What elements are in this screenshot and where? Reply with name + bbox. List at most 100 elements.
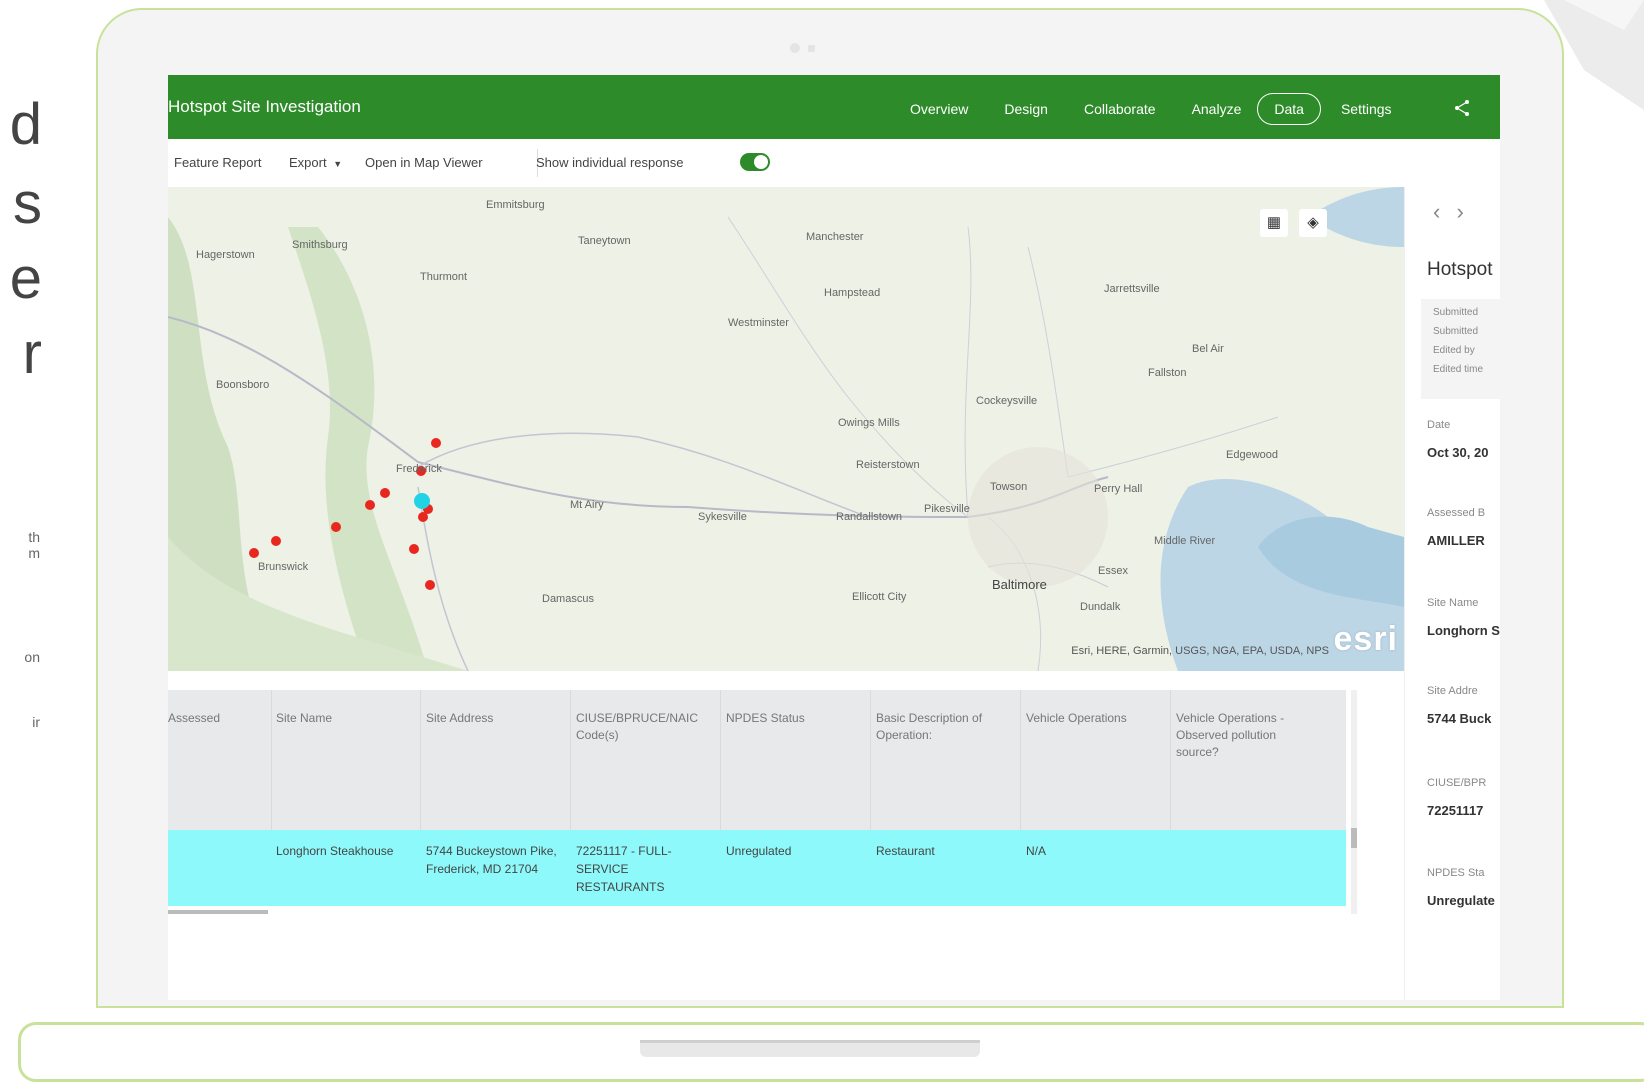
map-place-label: Dundalk: [1080, 601, 1121, 613]
map-place-label: Taneytown: [578, 235, 631, 247]
horizontal-scrollbar[interactable]: [168, 910, 268, 914]
field-value: AMILLER: [1427, 533, 1485, 548]
laptop-notch: [640, 1040, 980, 1057]
map-place-label: Middle River: [1154, 535, 1216, 547]
slide-caption-fragment: th: [28, 529, 40, 545]
meta-line: Edited by: [1433, 345, 1475, 356]
tab-analyze[interactable]: Analyze: [1192, 94, 1242, 124]
layers-button[interactable]: ◈: [1299, 209, 1327, 237]
map-place-label: Thurmont: [420, 271, 468, 283]
map-place-label: Perry Hall: [1094, 483, 1143, 495]
scrollbar-thumb[interactable]: [1351, 828, 1357, 848]
chevron-left-icon[interactable]: ‹: [1433, 199, 1440, 224]
vertical-scrollbar[interactable]: [1351, 690, 1357, 914]
basemap-gallery-button[interactable]: ▦: [1260, 209, 1288, 237]
field-label: Site Addre: [1427, 685, 1478, 697]
chevron-down-icon: ▼: [333, 159, 343, 169]
meta-line: Submitted: [1433, 307, 1479, 318]
map-place-label: Manchester: [806, 231, 864, 243]
open-map-viewer-link[interactable]: Open in Map Viewer: [365, 155, 483, 170]
map-place-label: Reisterstown: [856, 459, 920, 471]
table-header: Assessed Site Name Site Address CIUSE/BP…: [168, 690, 1346, 830]
map-place-label: Fallston: [1148, 367, 1187, 379]
column-header[interactable]: NPDES Status: [726, 710, 866, 727]
map-place-label: Frederick: [396, 463, 442, 475]
slide-text-fragment: d s e r th m on ir: [0, 0, 42, 730]
slide-letter: d: [9, 92, 42, 157]
map-place-label: Towson: [990, 481, 1028, 493]
map-place-label: Mt Airy: [570, 499, 604, 511]
map-place-label: Jarrettsville: [1104, 283, 1160, 295]
slide-caption-fragment: on: [24, 649, 40, 665]
tab-settings[interactable]: Settings: [1341, 94, 1392, 124]
table-row[interactable]: Longhorn Steakhouse 5744 Buckeystown Pik…: [168, 830, 1346, 906]
chevron-right-icon[interactable]: ›: [1456, 199, 1463, 224]
map-place-label: Pikesville: [924, 503, 970, 515]
tab-overview[interactable]: Overview: [910, 94, 968, 124]
export-label: Export: [289, 155, 327, 170]
previous-next-nav: ‹ ›: [1433, 199, 1464, 225]
table-cell: Longhorn Steakhouse: [276, 844, 394, 858]
table-cell: 5744 Buckeystown Pike, Frederick, MD 217…: [426, 844, 557, 876]
map-place-label: Randallstown: [836, 511, 903, 523]
map-place-label: Essex: [1098, 565, 1128, 577]
main-nav: Overview Design Collaborate Analyze Data…: [910, 93, 1428, 125]
export-dropdown[interactable]: Export ▼: [289, 155, 342, 170]
show-individual-toggle[interactable]: [740, 153, 770, 171]
table-cell: 72251117 - FULL-SERVICE RESTAURANTS: [576, 844, 672, 894]
tab-design[interactable]: Design: [1004, 94, 1048, 124]
table-cell: Restaurant: [876, 844, 935, 858]
column-header[interactable]: Vehicle Operations - Observed pollution …: [1176, 710, 1316, 761]
map-place-label: Bel Air: [1192, 343, 1224, 355]
map-place-label: Boonsboro: [216, 379, 270, 391]
field-label: Assessed B: [1427, 507, 1486, 519]
layers-icon: ◈: [1307, 214, 1319, 231]
tab-collaborate[interactable]: Collaborate: [1084, 94, 1156, 124]
submission-meta: Submitted Submitted Edited by Edited tim…: [1421, 299, 1500, 399]
map-view[interactable]: Emmitsburg Taneytown Manchester Hagersto…: [168, 187, 1404, 671]
map-place-label: Hagerstown: [196, 249, 255, 261]
show-individual-label: Show individual response: [536, 155, 684, 170]
map-place-label: Sykesville: [698, 511, 747, 523]
panel-title: Hotspot: [1427, 259, 1493, 280]
field-label: Site Name: [1427, 597, 1479, 609]
map-place-label: Emmitsburg: [486, 199, 545, 211]
map-place-label: Damascus: [542, 593, 594, 605]
feature-detail-panel: ‹ › Hotspot Submitted Submitted Edited b…: [1404, 187, 1500, 1000]
field-value: 72251117: [1427, 803, 1484, 818]
column-header[interactable]: Basic Description of Operation:: [876, 710, 1016, 744]
table-cell: N/A: [1026, 844, 1047, 858]
field-label: Date: [1427, 419, 1451, 431]
map-place-label: Hampstead: [824, 287, 881, 299]
esri-logo: esri: [1333, 620, 1398, 658]
feature-report-button[interactable]: Feature Report: [174, 155, 261, 170]
data-table: Assessed Site Name Site Address CIUSE/BP…: [168, 690, 1357, 930]
field-label: NPDES Sta: [1427, 867, 1485, 879]
map-place-label: Smithsburg: [292, 239, 348, 251]
field-value: Longhorn S: [1427, 623, 1500, 638]
slide-letter: s: [13, 171, 42, 236]
field-label: CIUSE/BPR: [1427, 777, 1487, 789]
camera-icon: [790, 43, 815, 53]
map-place-label: Baltimore: [992, 577, 1047, 592]
map-place-label: Cockeysville: [976, 395, 1038, 407]
meta-line: Submitted: [1433, 326, 1479, 337]
column-header[interactable]: Assessed: [168, 710, 258, 727]
app-screen: Hotspot Site Investigation Overview Desi…: [168, 75, 1500, 1000]
share-icon[interactable]: [1452, 98, 1472, 118]
column-header[interactable]: Site Address: [426, 710, 566, 727]
field-value: Oct 30, 20: [1427, 445, 1489, 460]
app-title: Hotspot Site Investigation: [168, 97, 361, 116]
slide-letter: e: [9, 246, 42, 311]
column-header[interactable]: Site Name: [276, 710, 416, 727]
slide-caption-fragment: m: [28, 545, 40, 561]
table-cell: Unregulated: [726, 844, 792, 858]
app-header: Hotspot Site Investigation Overview Desi…: [168, 75, 1500, 139]
tab-data[interactable]: Data: [1257, 93, 1321, 125]
map-place-label: Westminster: [728, 317, 789, 329]
column-header[interactable]: CIUSE/BPRUCE/NAIC Code(s): [576, 710, 716, 744]
map-place-label: Owings Mills: [838, 417, 900, 429]
data-toolbar: Feature Report Export ▼ Open in Map View…: [168, 139, 1500, 188]
slide-caption-fragment: ir: [32, 714, 40, 730]
column-header[interactable]: Vehicle Operations: [1026, 710, 1166, 727]
